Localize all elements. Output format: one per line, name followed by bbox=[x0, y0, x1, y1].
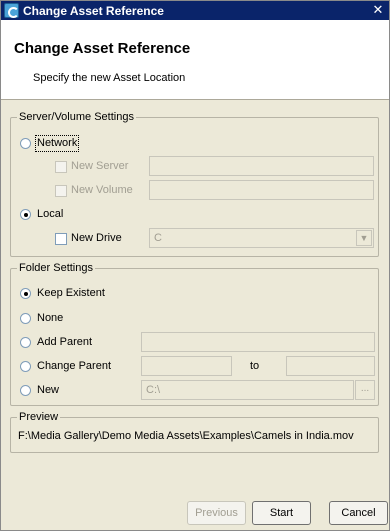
add-parent-field[interactable] bbox=[141, 332, 375, 352]
change-parent-radio[interactable] bbox=[20, 361, 31, 372]
to-label: to bbox=[250, 360, 260, 372]
keep-existent-label[interactable]: Keep Existent bbox=[37, 287, 105, 300]
change-parent-from-field[interactable] bbox=[141, 356, 232, 376]
cancel-button[interactable]: Cancel bbox=[329, 501, 388, 525]
new-radio[interactable] bbox=[20, 385, 31, 396]
preview-legend: Preview bbox=[17, 410, 61, 424]
new-volume-label: New Volume bbox=[71, 184, 133, 196]
network-label[interactable]: Network bbox=[34, 135, 80, 152]
keep-existent-radio[interactable] bbox=[20, 288, 31, 299]
server-volume-legend: Server/Volume Settings bbox=[17, 110, 136, 124]
page-title: Change Asset Reference bbox=[14, 40, 191, 57]
folder-settings-legend: Folder Settings bbox=[17, 261, 95, 275]
dialog-header: Change Asset Reference Specify the new A… bbox=[1, 20, 389, 100]
close-icon[interactable]: ✕ bbox=[371, 2, 385, 17]
network-radio[interactable] bbox=[20, 138, 31, 149]
preview-path: F:\Media Gallery\Demo Media Assets\Examp… bbox=[18, 430, 354, 442]
new-label[interactable]: New bbox=[37, 384, 59, 397]
local-radio[interactable] bbox=[20, 209, 31, 220]
browse-button[interactable]: ... bbox=[355, 380, 375, 400]
new-server-checkbox[interactable] bbox=[55, 161, 67, 173]
app-icon bbox=[4, 3, 19, 18]
new-volume-field[interactable] bbox=[149, 180, 374, 200]
new-server-field[interactable] bbox=[149, 156, 374, 176]
none-radio[interactable] bbox=[20, 313, 31, 324]
add-parent-radio[interactable] bbox=[20, 337, 31, 348]
add-parent-label[interactable]: Add Parent bbox=[37, 336, 92, 349]
new-drive-select[interactable]: C ▼ bbox=[149, 228, 374, 248]
previous-button[interactable]: Previous bbox=[187, 501, 246, 525]
new-drive-value: C bbox=[154, 232, 162, 244]
folder-settings-group: Folder Settings Keep Existent None Add P… bbox=[10, 261, 379, 406]
none-label[interactable]: None bbox=[37, 312, 63, 325]
new-server-label: New Server bbox=[71, 160, 129, 172]
new-drive-checkbox[interactable] bbox=[55, 233, 67, 245]
new-volume-checkbox[interactable] bbox=[55, 185, 67, 197]
new-drive-label[interactable]: New Drive bbox=[71, 232, 122, 245]
title-bar[interactable]: Change Asset Reference ✕ bbox=[1, 1, 389, 20]
chevron-down-icon[interactable]: ▼ bbox=[356, 230, 372, 246]
local-label[interactable]: Local bbox=[37, 208, 63, 221]
new-folder-field[interactable]: C:\ bbox=[141, 380, 354, 400]
preview-group: Preview F:\Media Gallery\Demo Media Asse… bbox=[10, 410, 379, 453]
change-parent-label[interactable]: Change Parent bbox=[37, 360, 111, 373]
change-parent-to-field[interactable] bbox=[286, 356, 375, 376]
server-volume-group: Server/Volume Settings Network New Serve… bbox=[10, 110, 379, 257]
window-title: Change Asset Reference bbox=[23, 4, 164, 18]
dialog-window: Change Asset Reference ✕ Change Asset Re… bbox=[0, 0, 390, 531]
page-subtitle: Specify the new Asset Location bbox=[33, 72, 186, 84]
start-button[interactable]: Start bbox=[252, 501, 311, 525]
